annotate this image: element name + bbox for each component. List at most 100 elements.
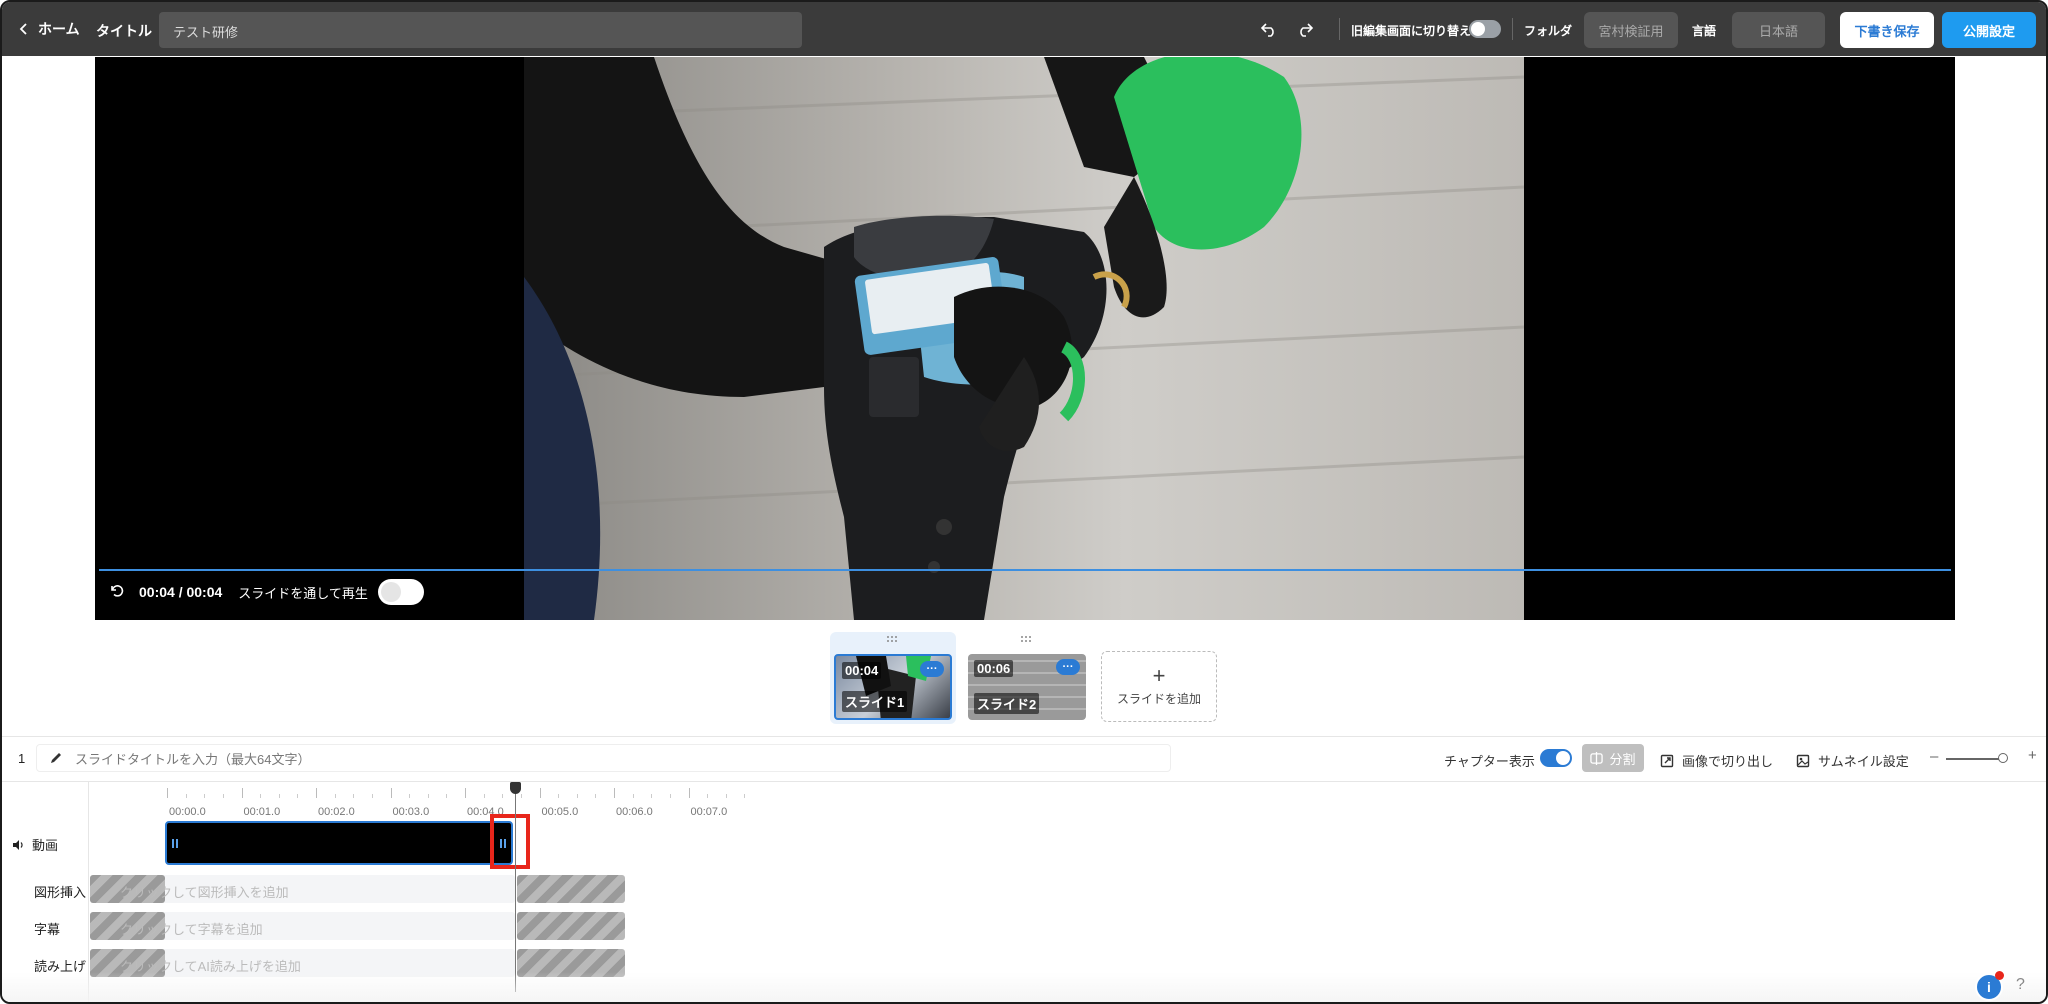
ruler-label: 00:03.0 (392, 806, 430, 818)
slide-item-1[interactable]: 00:04 ··· スライド1 (830, 632, 956, 724)
play-through-label: スライドを通して再生 (238, 585, 368, 601)
playback-timecode: 00:04 / 00:04 (139, 584, 223, 600)
replay-icon (111, 584, 124, 597)
old-editor-label: 旧編集画面に切り替え (1351, 24, 1472, 38)
folder-select[interactable]: 宮村検証用 (1584, 12, 1678, 48)
ruler-label: 00:06.0 (616, 806, 653, 818)
shapes-add-hint[interactable]: クリックして図形挿入を追加 (120, 882, 289, 901)
track-disabled-area (517, 875, 625, 903)
top-bar: ホーム タイトル テスト研修 旧編集画面に切り替え フォルダ 宮村検証用 言語 … (2, 2, 2046, 56)
back-home-label: ホーム (38, 21, 80, 37)
video-frame-image (524, 57, 1524, 620)
chevron-left-icon (19, 23, 27, 35)
publish-settings-button[interactable]: 公開設定 (1942, 12, 2036, 48)
zoom-in-button[interactable]: + (2028, 747, 2037, 764)
chapter-display-toggle[interactable] (1540, 749, 1572, 767)
ruler-tick (614, 788, 615, 798)
title-label: タイトル (96, 23, 152, 39)
track-disabled-area (517, 912, 625, 940)
slide-label: スライド1 (842, 691, 908, 712)
toggle-knob (1471, 22, 1485, 36)
slide-duration: 00:06 (974, 660, 1014, 677)
slide-duration: 00:04 (842, 662, 882, 679)
zoom-slider[interactable] (1946, 758, 2006, 760)
add-slide-button[interactable]: + スライドを追加 (1101, 651, 1217, 722)
zoom-slider-handle[interactable] (1998, 753, 2008, 763)
divider (2, 781, 2046, 782)
ruler-tick (465, 788, 466, 798)
crop-image-button[interactable]: 画像で切り出し (1660, 751, 1773, 770)
video-track-name: 動画 (32, 838, 59, 853)
more-options-button[interactable]: ··· (1056, 659, 1080, 675)
divider (2, 736, 2046, 737)
highlight-annotation (490, 814, 530, 869)
slide-thumbnail[interactable]: 00:06 ··· スライド2 (968, 654, 1086, 720)
ruler-minor-tick (502, 794, 504, 798)
ruler-minor-tick (427, 794, 429, 798)
slide-number: 1 (18, 751, 26, 766)
language-label: 言語 (1692, 24, 1717, 38)
split-button[interactable]: 分割 (1582, 744, 1644, 772)
redo-button[interactable] (1294, 18, 1316, 40)
old-editor-toggle[interactable] (1469, 20, 1501, 38)
ruler-tick (390, 788, 392, 798)
ruler-minor-tick (558, 794, 560, 798)
playhead-handle[interactable] (510, 782, 521, 794)
app-window: ホーム タイトル テスト研修 旧編集画面に切り替え フォルダ 宮村検証用 言語 … (0, 0, 2048, 1004)
play-through-toggle[interactable] (377, 579, 424, 605)
toggle-knob (1556, 751, 1570, 765)
ruler-minor-tick (725, 794, 727, 798)
save-draft-button[interactable]: 下書き保存 (1840, 12, 1934, 48)
ruler-minor-tick (222, 794, 224, 798)
drag-handle-icon[interactable] (887, 636, 899, 644)
player-controls: 00:04 / 00:04 スライドを通して再生 (109, 579, 424, 605)
playback-progress-bar[interactable] (99, 569, 1951, 571)
ruler-minor-tick (744, 794, 746, 798)
plus-icon: + (1152, 663, 1166, 688)
ruler-minor-tick (595, 794, 597, 798)
replay-button[interactable] (109, 583, 125, 602)
ruler-minor-tick (409, 794, 411, 798)
video-track-label: 動画 (12, 835, 58, 854)
language-select[interactable]: 日本語 (1732, 12, 1825, 48)
ruler-tick (167, 788, 168, 798)
ruler-tick (241, 788, 243, 798)
slide-item-2[interactable]: 00:06 ··· スライド2 (964, 632, 1090, 724)
ruler-label: 00:05.0 (541, 806, 579, 818)
ruler-minor-tick (707, 794, 709, 798)
ruler-minor-tick (260, 794, 262, 798)
ruler-tick (688, 788, 690, 798)
undo-button[interactable] (1258, 18, 1280, 40)
title-input[interactable]: テスト研修 (159, 12, 802, 48)
more-options-button[interactable]: ··· (920, 661, 944, 677)
video-player[interactable]: 00:04 / 00:04 スライドを通して再生 (95, 57, 1955, 620)
ruler-minor-tick (669, 794, 671, 798)
zoom-out-button[interactable]: – (1930, 748, 1938, 765)
undo-icon (1260, 23, 1274, 37)
clip-trim-handle-left[interactable] (172, 839, 178, 848)
video-frame (524, 57, 1524, 620)
redo-icon (1300, 23, 1314, 37)
ruler-minor-tick (371, 794, 373, 798)
thumbnail-settings-button[interactable]: サムネイル設定 (1796, 751, 1909, 770)
drag-handle-icon[interactable] (1021, 636, 1033, 644)
ruler-minor-tick (632, 794, 634, 798)
split-label: 分割 (1609, 751, 1636, 767)
ruler-minor-tick (651, 794, 653, 798)
slide-title-input[interactable]: スライドタイトルを入力（最大64文字） (36, 744, 1171, 772)
video-clip[interactable] (165, 821, 513, 865)
ruler-minor-tick (576, 794, 578, 798)
help-button[interactable]: ? (2016, 976, 2025, 994)
crop-image-label: 画像で切り出し (1682, 754, 1774, 769)
subtitles-add-hint[interactable]: クリックして字幕を追加 (120, 919, 263, 938)
folder-label: フォルダ (1524, 24, 1573, 38)
back-home-link[interactable]: ホーム (18, 19, 80, 39)
ruler-minor-tick (278, 794, 280, 798)
speaker-icon[interactable] (12, 839, 24, 851)
crop-image-icon (1660, 754, 1674, 767)
image-icon (1796, 754, 1810, 767)
ruler-label: 00:00.0 (169, 806, 206, 818)
ruler-minor-tick (185, 794, 187, 798)
slide-thumbnail[interactable]: 00:04 ··· スライド1 (834, 654, 952, 720)
ruler-minor-tick (483, 794, 485, 798)
